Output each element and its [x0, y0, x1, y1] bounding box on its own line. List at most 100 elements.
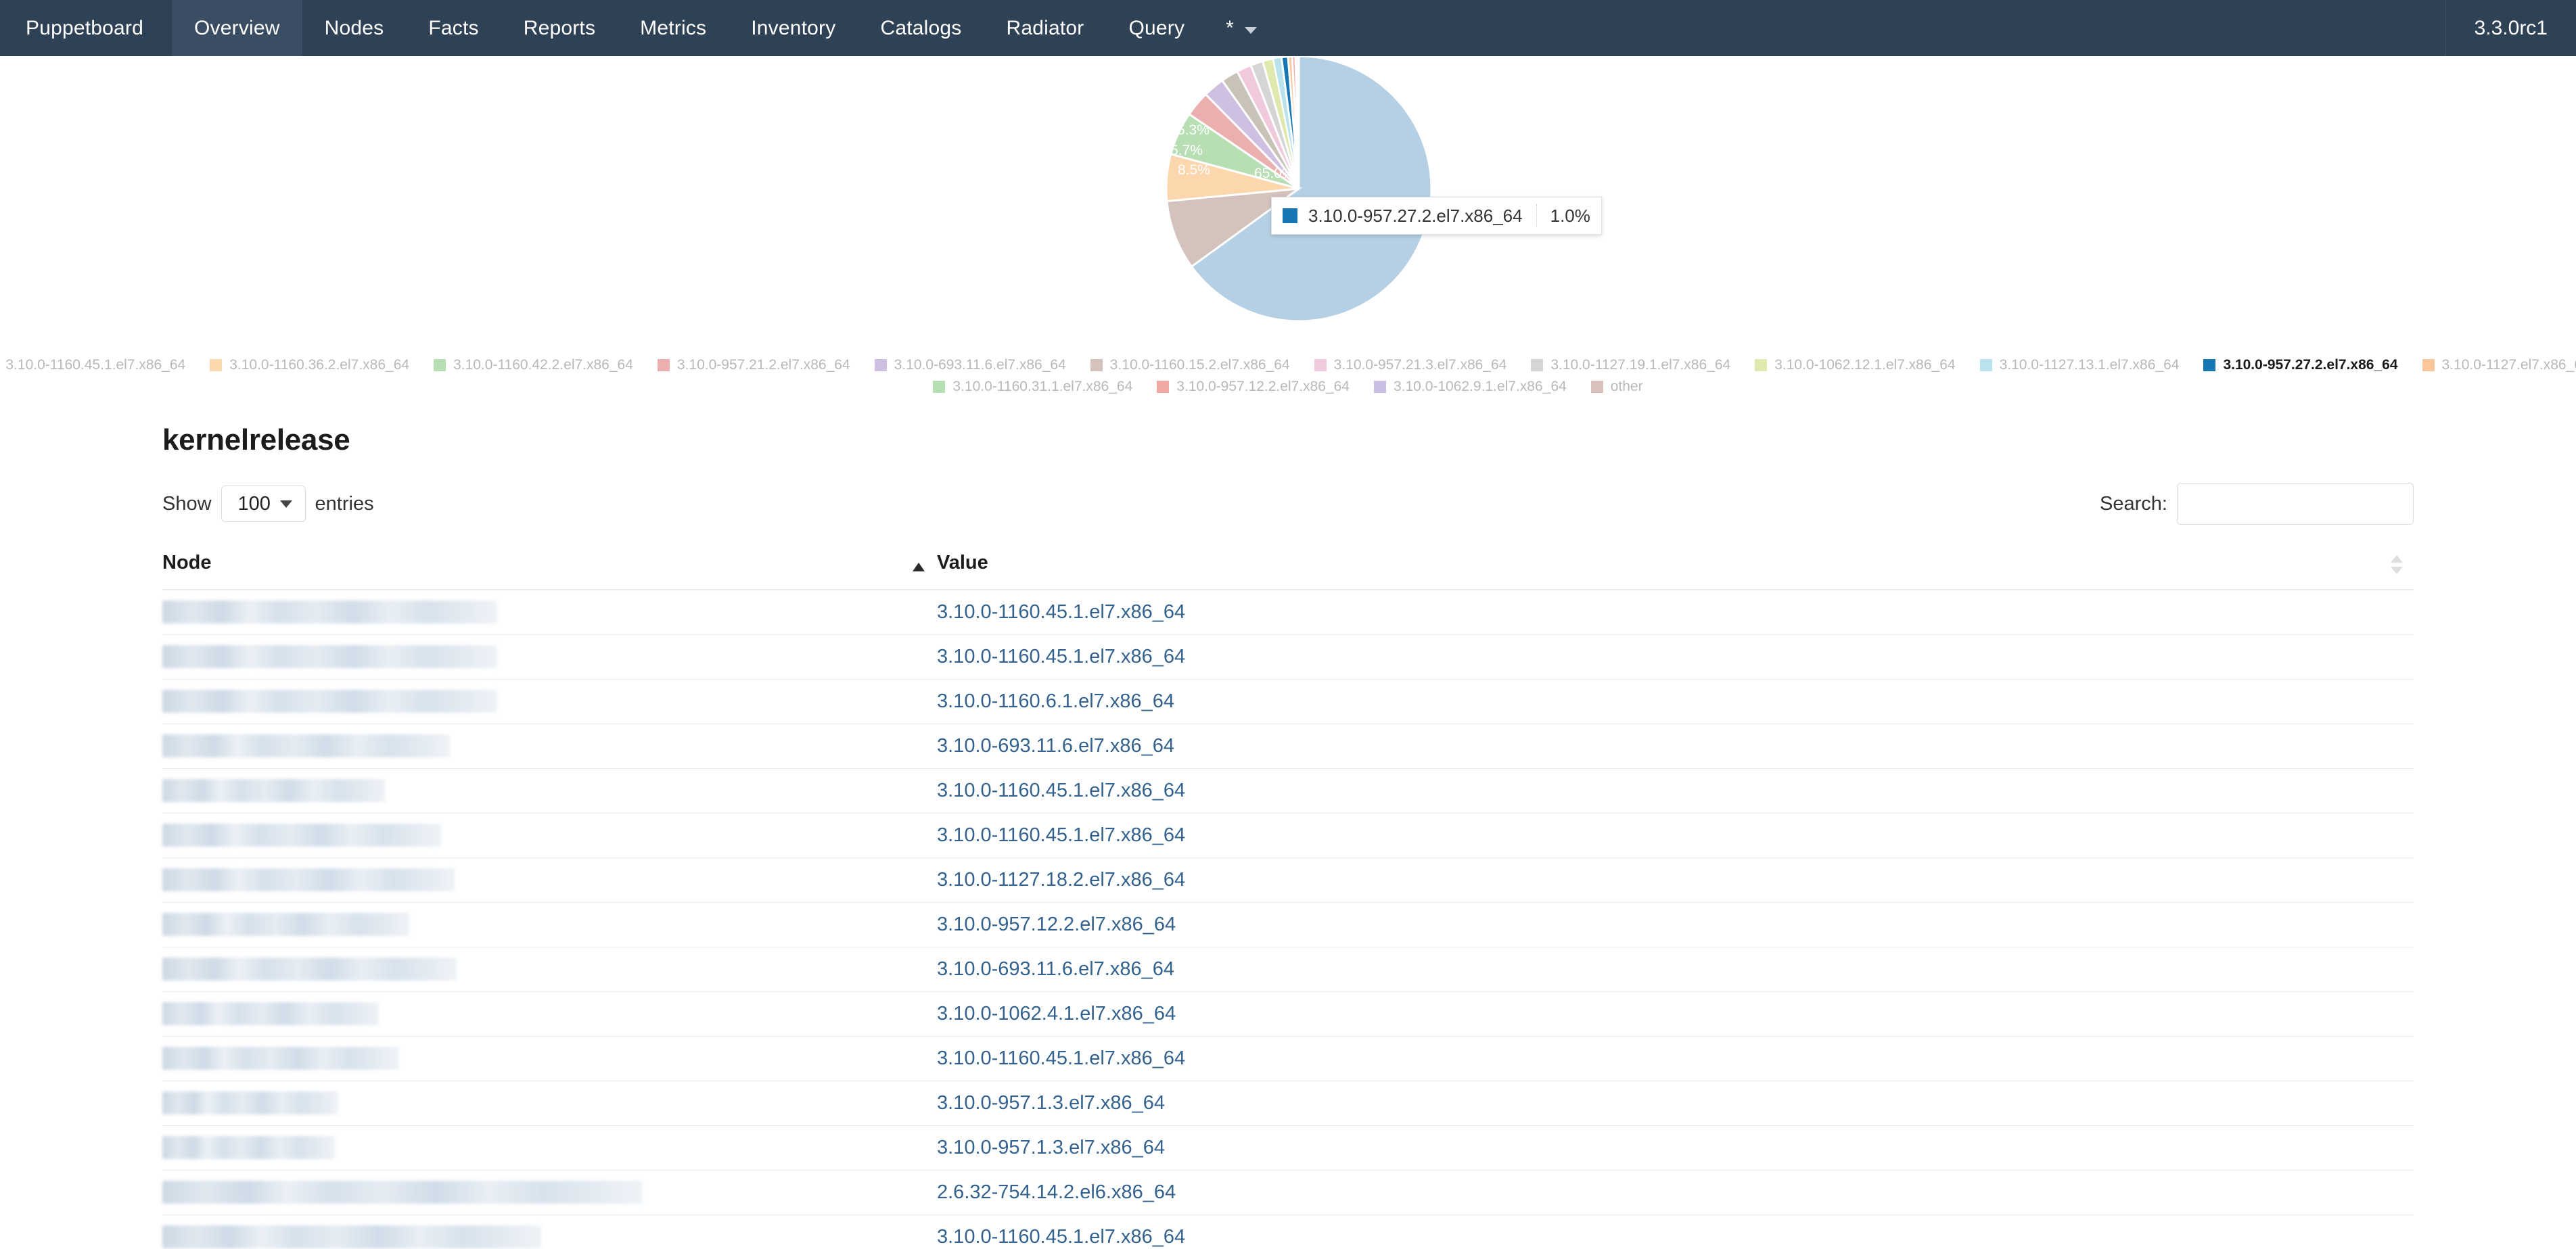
legend-item[interactable]: 3.10.0-1160.15.2.el7.x86_64 — [1090, 357, 1290, 373]
redacted-node-name — [162, 690, 497, 713]
node-cell[interactable] — [162, 991, 937, 1037]
legend-item[interactable]: 3.10.0-1160.42.2.el7.x86_64 — [434, 357, 633, 373]
fact-value-link[interactable]: 3.10.0-1160.45.1.el7.x86_64 — [937, 824, 1185, 846]
legend-label: 3.10.0-1127.19.1.el7.x86_64 — [1550, 357, 1731, 373]
node-cell[interactable] — [162, 1170, 937, 1215]
nav-item-nodes[interactable]: Nodes — [302, 0, 407, 56]
fact-value-link[interactable]: 3.10.0-1127.18.2.el7.x86_64 — [937, 869, 1185, 891]
legend-color-swatch — [1314, 359, 1327, 371]
legend-color-swatch — [657, 359, 670, 371]
fact-value-link[interactable]: 3.10.0-957.12.2.el7.x86_64 — [937, 914, 1176, 935]
node-cell[interactable] — [162, 947, 937, 992]
legend-item[interactable]: 3.10.0-957.21.3.el7.x86_64 — [1314, 357, 1506, 373]
node-cell[interactable] — [162, 768, 937, 814]
search-input[interactable] — [2177, 483, 2414, 525]
legend-color-swatch — [1531, 359, 1544, 371]
facts-table: Node Value 3.10.0-1160.45.1.el7.x86_64 3.… — [162, 546, 2414, 1249]
table-row: 3.10.0-693.11.6.el7.x86_64 — [162, 947, 2414, 992]
nav-label: Nodes — [324, 16, 384, 39]
nav-item-metrics[interactable]: Metrics — [618, 0, 729, 56]
node-cell[interactable] — [162, 679, 937, 724]
legend-item[interactable]: other — [1590, 379, 1643, 395]
node-cell[interactable] — [162, 902, 937, 947]
table-head: Node Value — [162, 546, 2414, 590]
tooltip-value: 1.0% — [1550, 205, 1590, 226]
fact-value-link[interactable]: 3.10.0-693.11.6.el7.x86_64 — [937, 735, 1174, 757]
redacted-node-name — [162, 958, 457, 981]
node-cell[interactable] — [162, 590, 937, 635]
column-header-label: Node — [162, 552, 212, 573]
value-cell: 3.10.0-1160.45.1.el7.x86_64 — [937, 768, 2414, 814]
legend-label: 3.10.0-1127.13.1.el7.x86_64 — [1999, 357, 2180, 373]
nav-item-overview[interactable]: Overview — [172, 0, 302, 56]
nav-label: Query — [1128, 16, 1185, 39]
nav-item-query[interactable]: Query — [1106, 0, 1207, 56]
fact-value-link[interactable]: 2.6.32-754.14.2.el6.x86_64 — [937, 1181, 1176, 1203]
column-header-label: Value — [937, 552, 988, 573]
legend-item[interactable]: 3.10.0-693.11.6.el7.x86_64 — [874, 357, 1066, 373]
node-cell[interactable] — [162, 1125, 937, 1171]
environment-selector[interactable]: * — [1207, 0, 1272, 56]
entries-per-page-select[interactable]: 102550100 — [221, 486, 306, 522]
node-cell[interactable] — [162, 857, 937, 903]
fact-value-link[interactable]: 3.10.0-1160.45.1.el7.x86_64 — [937, 1226, 1185, 1248]
tooltip-label: 3.10.0-957.27.2.el7.x86_64 — [1308, 205, 1523, 226]
legend-color-swatch — [2422, 359, 2435, 371]
table-row: 3.10.0-957.1.3.el7.x86_64 — [162, 1081, 2414, 1126]
node-cell[interactable] — [162, 724, 937, 769]
value-cell: 3.10.0-1127.18.2.el7.x86_64 — [937, 857, 2414, 903]
legend-item[interactable]: 3.10.0-1160.36.2.el7.x86_64 — [210, 357, 409, 373]
redacted-node-name — [162, 645, 497, 668]
fact-value-link[interactable]: 3.10.0-1160.45.1.el7.x86_64 — [937, 1047, 1185, 1069]
version-label: 3.3.0rc1 — [2445, 0, 2576, 56]
legend-color-swatch — [1755, 359, 1768, 371]
fact-value-link[interactable]: 3.10.0-957.1.3.el7.x86_64 — [937, 1092, 1165, 1114]
pie-chart-canvas[interactable] — [1165, 55, 1437, 327]
sort-ascending-icon — [913, 563, 925, 571]
entries-select-wrapper[interactable]: 102550100 — [221, 486, 306, 522]
fact-value-link[interactable]: 3.10.0-1160.45.1.el7.x86_64 — [937, 601, 1185, 623]
legend-color-swatch — [1090, 359, 1103, 371]
nav-item-catalogs[interactable]: Catalogs — [858, 0, 984, 56]
legend-item[interactable]: 3.10.0-1062.12.1.el7.x86_64 — [1755, 357, 1956, 373]
fact-value-link[interactable]: 3.10.0-1160.45.1.el7.x86_64 — [937, 780, 1185, 801]
legend-item[interactable]: 3.10.0-1127.el7.x86_64 — [2422, 357, 2576, 373]
fact-value-link[interactable]: 3.10.0-1160.6.1.el7.x86_64 — [937, 690, 1174, 712]
legend-item[interactable]: 3.10.0-957.21.2.el7.x86_64 — [657, 357, 850, 373]
node-cell[interactable] — [162, 1081, 937, 1126]
table-controls: Show 102550100 entries Search: — [162, 483, 2414, 525]
nav-item-inventory[interactable]: Inventory — [729, 0, 858, 56]
fact-value-link[interactable]: 3.10.0-1062.4.1.el7.x86_64 — [937, 1003, 1176, 1024]
legend-item[interactable]: 3.10.0-957.27.2.el7.x86_64 — [2203, 357, 2398, 373]
column-header-value[interactable]: Value — [937, 546, 2414, 590]
nav-item-radiator[interactable]: Radiator — [984, 0, 1106, 56]
legend-item[interactable]: 3.10.0-957.12.2.el7.x86_64 — [1157, 379, 1350, 395]
legend-color-swatch — [1373, 381, 1386, 393]
legend-item[interactable]: 3.10.0-1160.45.1.el7.x86_64 — [0, 357, 185, 373]
navbar-brand[interactable]: Puppetboard — [0, 0, 172, 56]
fact-value-link[interactable]: 3.10.0-957.1.3.el7.x86_64 — [937, 1137, 1165, 1158]
legend-label: 3.10.0-693.11.6.el7.x86_64 — [894, 357, 1066, 373]
redacted-node-name — [162, 868, 455, 891]
table-row: 3.10.0-957.1.3.el7.x86_64 — [162, 1125, 2414, 1171]
value-cell: 3.10.0-693.11.6.el7.x86_64 — [937, 947, 2414, 992]
page-title: kernelrelease — [162, 423, 350, 456]
nav-item-facts[interactable]: Facts — [406, 0, 501, 56]
value-cell: 3.10.0-1160.45.1.el7.x86_64 — [937, 813, 2414, 858]
nav-item-reports[interactable]: Reports — [501, 0, 618, 56]
node-cell[interactable] — [162, 813, 937, 858]
pie-slices[interactable] — [1165, 55, 1433, 323]
node-cell[interactable] — [162, 1036, 937, 1081]
node-cell[interactable] — [162, 634, 937, 680]
fact-value-link[interactable]: 3.10.0-693.11.6.el7.x86_64 — [937, 958, 1174, 980]
node-cell[interactable] — [162, 1215, 937, 1249]
pie-tooltip: 3.10.0-957.27.2.el7.x86_64 1.0% — [1271, 197, 1602, 235]
table-header-row: Node Value — [162, 546, 2414, 590]
column-header-node[interactable]: Node — [162, 546, 937, 590]
legend-item[interactable]: 3.10.0-1160.31.1.el7.x86_64 — [933, 379, 1132, 395]
fact-value-link[interactable]: 3.10.0-1160.45.1.el7.x86_64 — [937, 646, 1185, 667]
value-cell: 3.10.0-957.1.3.el7.x86_64 — [937, 1125, 2414, 1171]
legend-item[interactable]: 3.10.0-1127.19.1.el7.x86_64 — [1531, 357, 1730, 373]
legend-item[interactable]: 3.10.0-1127.13.1.el7.x86_64 — [1979, 357, 2180, 373]
legend-item[interactable]: 3.10.0-1062.9.1.el7.x86_64 — [1373, 379, 1567, 395]
